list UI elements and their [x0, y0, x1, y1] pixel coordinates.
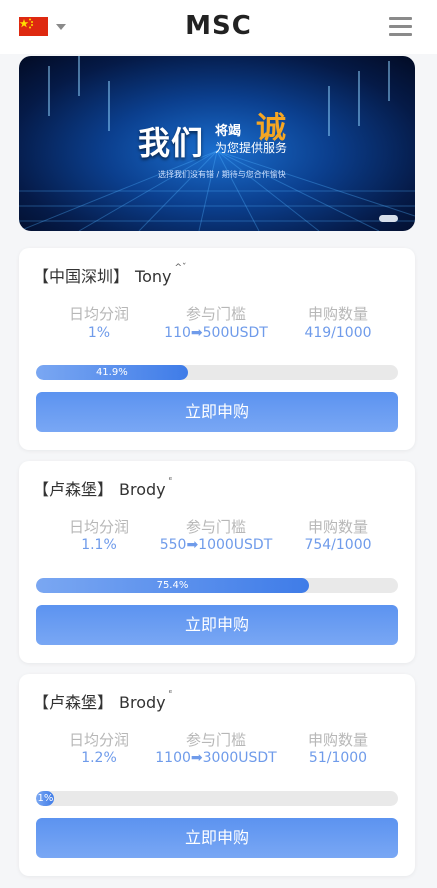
threshold-value: 110➡500USDT	[164, 325, 268, 341]
quantity-label: 申购数量	[307, 518, 368, 536]
progress-bar: 75.4%	[36, 578, 398, 593]
banner-tagline: 选择我们没有错 / 期待与您合作愉快	[158, 170, 286, 179]
card-title: 【卢森堡】 Brody ᵉ	[33, 476, 172, 500]
daily-share-value: 1.1%	[81, 537, 117, 553]
card-title: 【中国深圳】 Tony ^ˇ	[33, 263, 187, 287]
progress-fill: 5.1%	[36, 791, 55, 806]
threshold-value: 1100➡3000USDT	[155, 750, 277, 766]
progress-label: 41.9%	[95, 367, 128, 378]
card-badge: ^ˇ	[174, 263, 187, 273]
progress-fill: 75.4%	[36, 578, 309, 593]
threshold-label: 参与门槛	[185, 305, 246, 323]
quantity-value: 754/1000	[304, 537, 372, 553]
quantity-value: 51/1000	[308, 750, 368, 766]
progress-label: 5.1%	[36, 793, 54, 804]
daily-share-label: 日均分润	[68, 518, 129, 536]
quantity-label: 申购数量	[307, 305, 368, 323]
subscription-card: 【中国深圳】 Tony ^ˇ 日均分润 参与门槛 申购数量 1% 110➡500US…	[19, 248, 415, 450]
promo-banner[interactable]: 我们 将竭 诚 为您提供服务 选择我们没有错 / 期待与您合作愉快	[19, 56, 415, 231]
card-location: 【中国深圳】	[33, 267, 130, 286]
card-person-name: Brody	[119, 480, 166, 499]
quantity-label: 申购数量	[307, 731, 368, 749]
threshold-label: 参与门槛	[185, 731, 246, 749]
subscription-card: 【卢森堡】 Brody ᵉ 日均分润 参与门槛 申购数量 1.1% 550➡1000…	[19, 461, 415, 663]
top-header: MSC	[0, 0, 437, 54]
app-logo: MSC	[185, 11, 252, 41]
carousel-indicator[interactable]	[379, 215, 398, 222]
threshold-label: 参与门槛	[185, 518, 246, 536]
banner-subline: 为您提供服务	[215, 141, 288, 155]
card-location: 【卢森堡】	[33, 693, 114, 712]
card-badge: ᵉ	[168, 689, 173, 699]
card-person-name: Brody	[119, 693, 166, 712]
banner-headline: 我们	[138, 124, 205, 162]
daily-share-label: 日均分润	[68, 731, 129, 749]
progress-bar: 41.9%	[36, 365, 398, 380]
progress-label: 75.4%	[156, 580, 189, 591]
quantity-value: 419/1000	[304, 325, 372, 341]
card-badge: ᵉ	[168, 476, 173, 486]
subscribe-button[interactable]: 立即申购	[36, 818, 398, 858]
banner-small-text: 将竭	[215, 124, 242, 139]
subscription-card: 【卢森堡】 Brody ᵉ 日均分润 参与门槛 申购数量 1.2% 1100➡300…	[19, 674, 415, 876]
progress-fill: 41.9%	[36, 365, 188, 380]
subscribe-button[interactable]: 立即申购	[36, 392, 398, 432]
daily-share-value: 1%	[87, 325, 111, 341]
subscribe-button[interactable]: 立即申购	[36, 605, 398, 645]
daily-share-label: 日均分润	[68, 305, 129, 323]
card-location: 【卢森堡】	[33, 480, 114, 499]
hamburger-menu-icon[interactable]	[389, 17, 412, 37]
daily-share-value: 1.2%	[81, 750, 117, 766]
card-person-name: Tony	[135, 267, 172, 286]
card-title: 【卢森堡】 Brody ᵉ	[33, 689, 172, 713]
threshold-value: 550➡1000USDT	[159, 537, 273, 553]
progress-bar: 5.1%	[36, 791, 398, 806]
